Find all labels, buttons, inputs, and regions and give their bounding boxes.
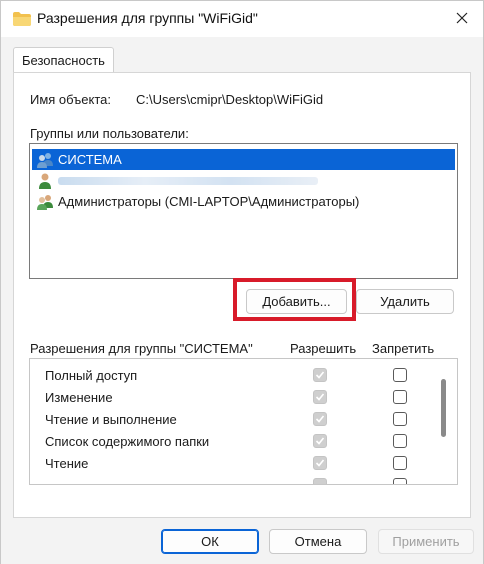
groups-listbox[interactable]: СИСТЕМА Администраторы (CMI-LAPTOP\Админ… bbox=[29, 143, 458, 279]
deny-checkbox[interactable] bbox=[393, 456, 407, 470]
permission-row: Чтение bbox=[30, 453, 440, 475]
apply-button[interactable]: Применить bbox=[378, 529, 474, 554]
list-item-administrators[interactable]: Администраторы (CMI-LAPTOP\Администратор… bbox=[32, 191, 455, 212]
deny-column-header: Запретить bbox=[372, 341, 435, 356]
list-item-user-hidden[interactable] bbox=[32, 170, 455, 191]
permission-name: Чтение и выполнение bbox=[45, 412, 177, 427]
permission-name: Изменение bbox=[45, 390, 113, 405]
list-item-label: СИСТЕМА bbox=[58, 152, 122, 167]
allow-checkbox[interactable] bbox=[313, 434, 327, 448]
tab-security[interactable]: Безопасность bbox=[13, 47, 114, 73]
list-item-system[interactable]: СИСТЕМА bbox=[32, 149, 455, 170]
permission-row: Изменение bbox=[30, 387, 440, 409]
window-title: Разрешения для группы "WiFiGid" bbox=[37, 10, 258, 26]
user-group-icon bbox=[36, 151, 54, 169]
highlight-frame bbox=[233, 278, 356, 321]
deny-checkbox[interactable] bbox=[393, 412, 407, 426]
title-bar: Разрешения для группы "WiFiGid" bbox=[1, 1, 483, 37]
permission-row: Список содержимого папки bbox=[30, 431, 440, 453]
groups-label: Группы или пользователи: bbox=[30, 126, 189, 141]
permissions-list: Полный доступ Изменение Чтение и выполне… bbox=[29, 358, 458, 485]
permission-row: Полный доступ bbox=[30, 365, 440, 387]
remove-button[interactable]: Удалить bbox=[356, 289, 454, 314]
list-item-label: Администраторы (CMI-LAPTOP\Администратор… bbox=[58, 194, 360, 209]
ok-button[interactable]: ОК bbox=[161, 529, 259, 554]
user-icon bbox=[36, 172, 54, 190]
deny-checkbox[interactable] bbox=[393, 368, 407, 382]
permission-name: Чтение bbox=[45, 456, 89, 471]
folder-icon bbox=[13, 12, 31, 26]
permission-name-cut: · bbox=[45, 478, 49, 484]
deny-checkbox[interactable] bbox=[393, 434, 407, 448]
permission-name: Список содержимого папки bbox=[45, 434, 210, 449]
allow-checkbox[interactable] bbox=[313, 456, 327, 470]
blurred-username bbox=[58, 177, 318, 185]
allow-checkbox[interactable] bbox=[313, 412, 327, 426]
deny-checkbox[interactable] bbox=[393, 390, 407, 404]
permission-row-partial: · bbox=[30, 475, 440, 484]
allow-checkbox[interactable] bbox=[313, 478, 327, 484]
close-icon bbox=[456, 12, 468, 27]
permissions-dialog: Разрешения для группы "WiFiGid" Безопасн… bbox=[0, 0, 484, 564]
cancel-button[interactable]: Отмена bbox=[269, 529, 367, 554]
permission-name: Полный доступ bbox=[45, 368, 138, 383]
object-path: C:\Users\cmipr\Desktop\WiFiGid bbox=[136, 92, 324, 107]
tab-strip: Безопасность bbox=[1, 37, 483, 73]
permissions-header: Разрешения для группы "СИСТЕМА" bbox=[30, 341, 253, 356]
permission-row: Чтение и выполнение bbox=[30, 409, 440, 431]
allow-column-header: Разрешить bbox=[290, 341, 357, 356]
close-button[interactable] bbox=[441, 1, 483, 37]
allow-checkbox[interactable] bbox=[313, 368, 327, 382]
scrollbar-thumb[interactable] bbox=[441, 379, 446, 437]
object-name-label: Имя объекта: bbox=[30, 92, 112, 107]
deny-checkbox[interactable] bbox=[393, 478, 407, 484]
user-group-icon bbox=[36, 193, 54, 211]
allow-checkbox[interactable] bbox=[313, 390, 327, 404]
